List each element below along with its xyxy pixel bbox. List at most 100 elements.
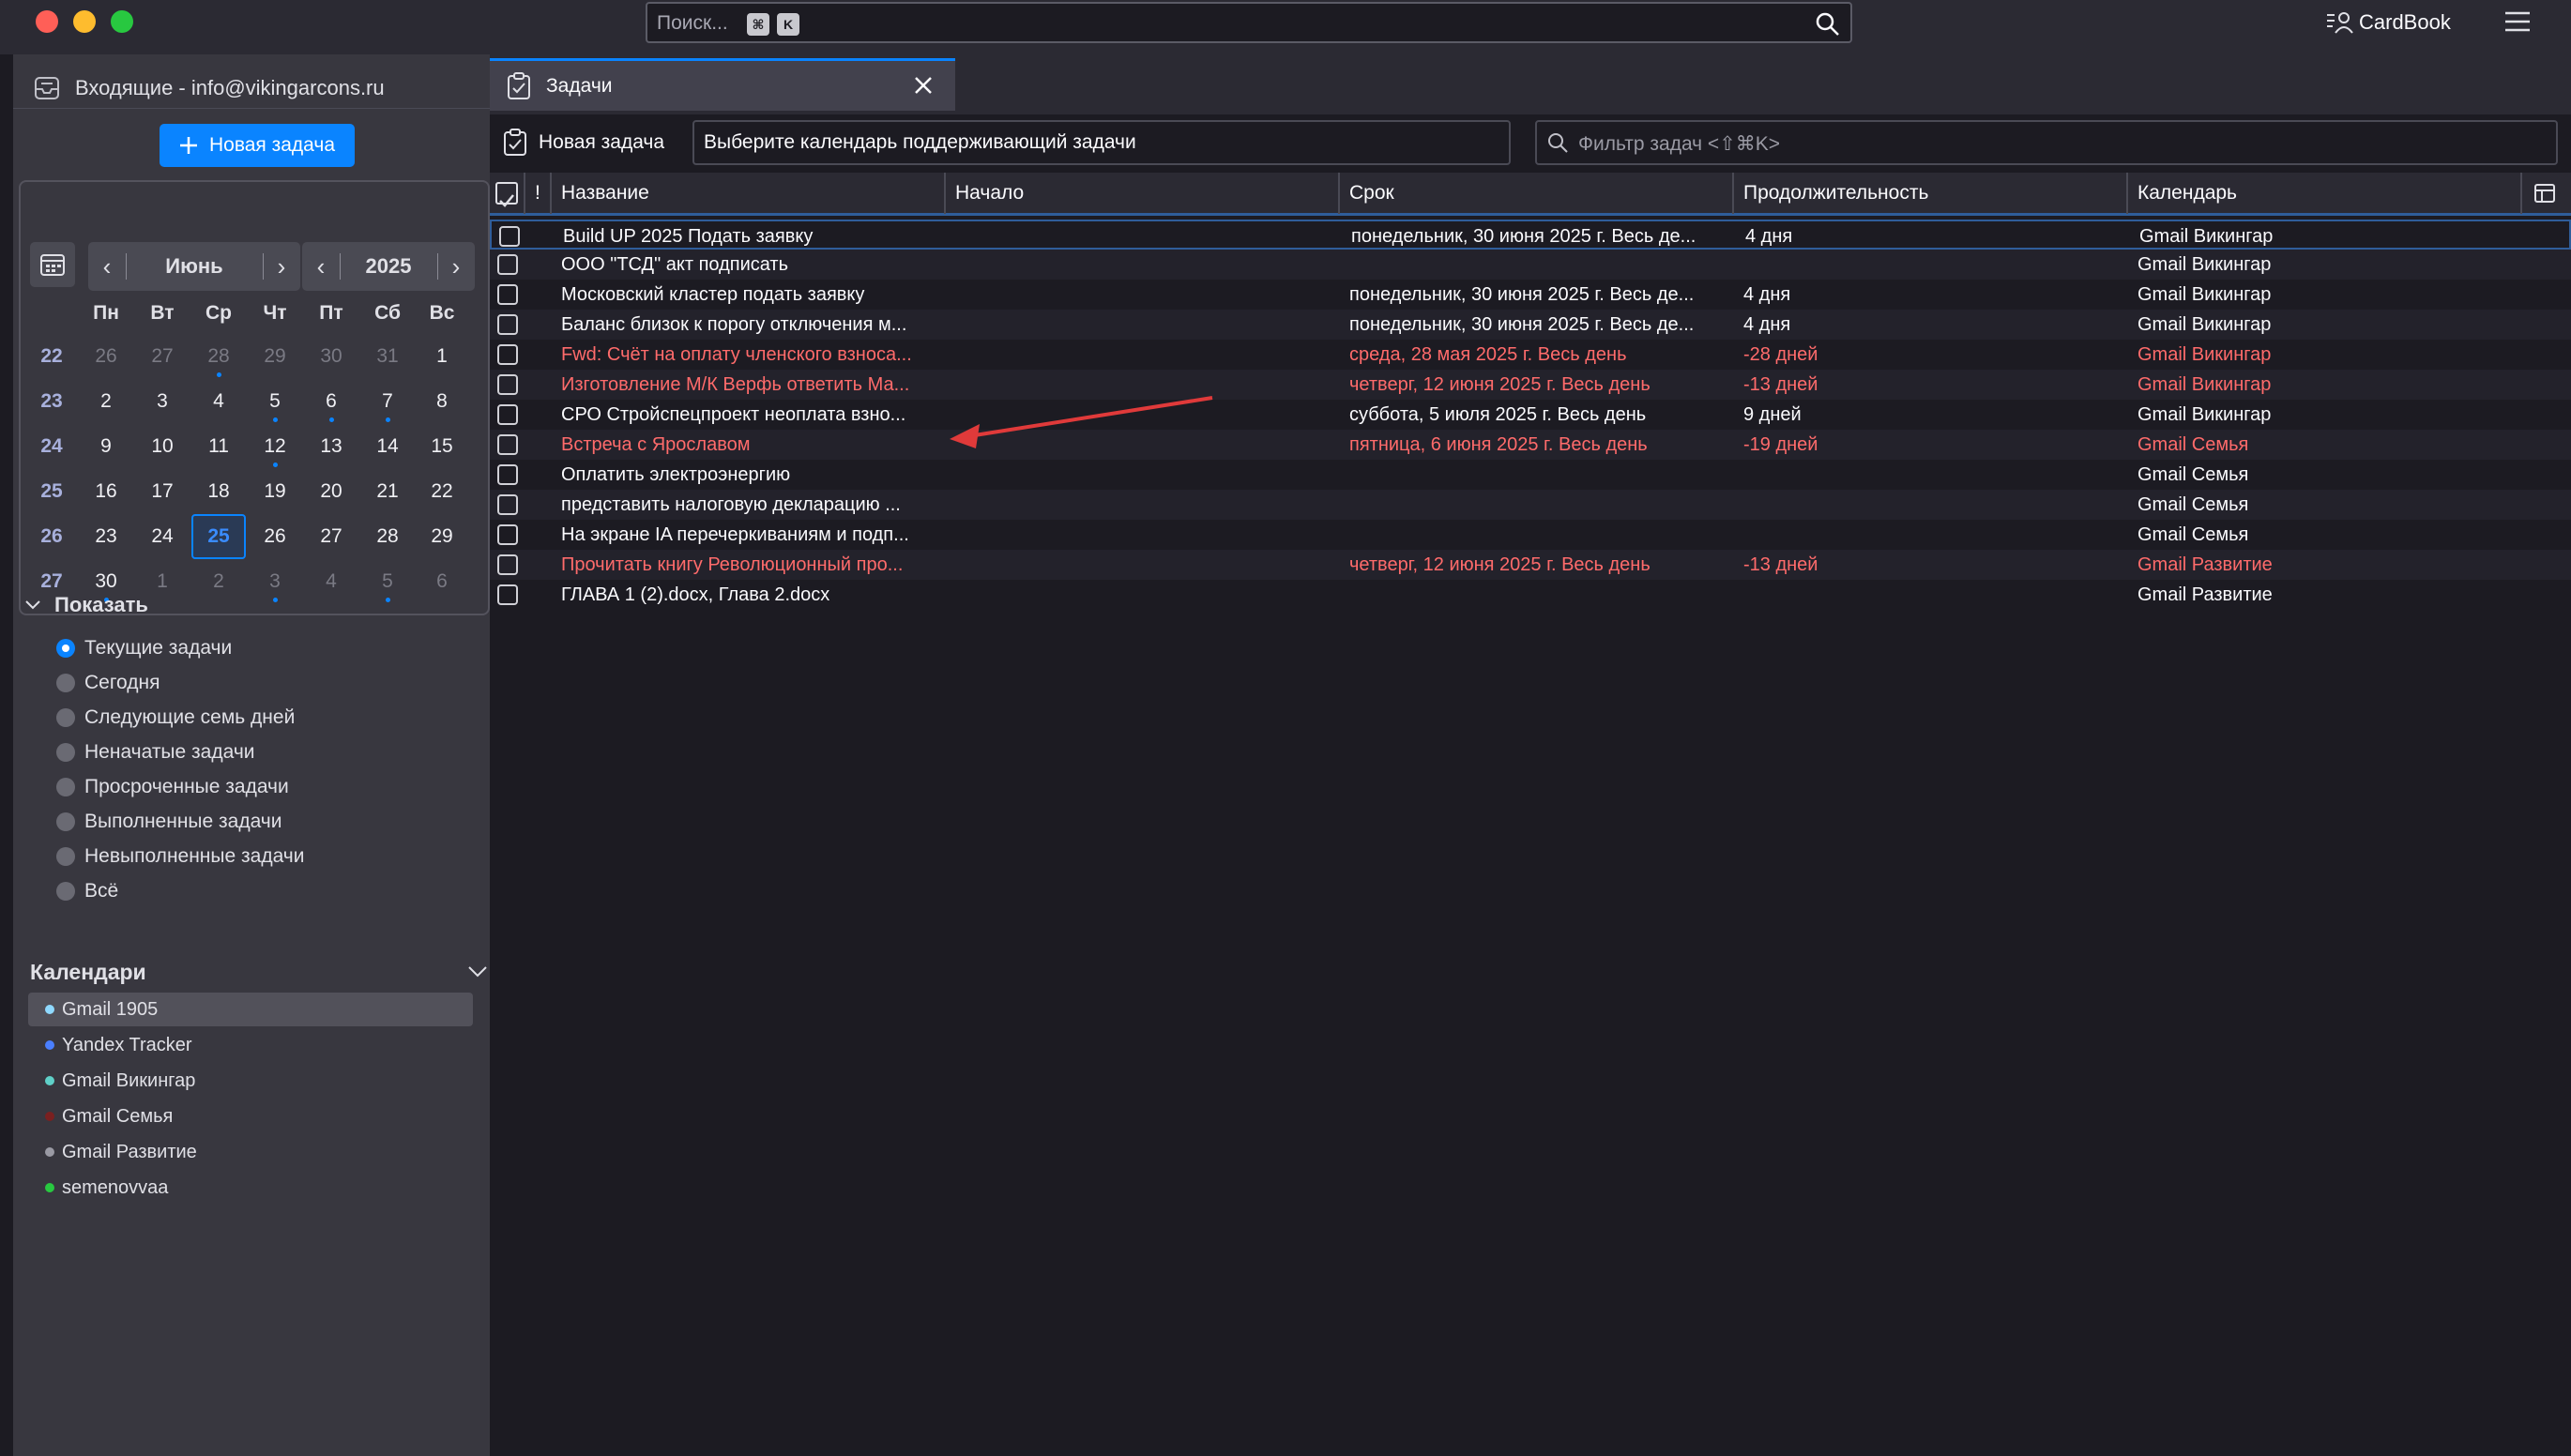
- minimize-window-button[interactable]: [73, 10, 96, 33]
- column-priority[interactable]: !: [525, 173, 552, 214]
- task-complete-checkbox[interactable]: [497, 464, 518, 485]
- calendar-day[interactable]: 20: [304, 469, 358, 514]
- calendar-day[interactable]: 28: [360, 514, 415, 559]
- task-complete-checkbox[interactable]: [499, 226, 520, 247]
- zoom-window-button[interactable]: [111, 10, 133, 33]
- calendar-day[interactable]: 2: [79, 379, 133, 424]
- select-all-checkbox[interactable]: [495, 182, 518, 207]
- calendar-day[interactable]: 1: [415, 334, 469, 379]
- calendar-day[interactable]: 16: [79, 469, 133, 514]
- show-option[interactable]: Выполненные задачи: [56, 806, 281, 838]
- calendar-day[interactable]: 22: [415, 469, 469, 514]
- column-calendar[interactable]: Календарь: [2128, 173, 2522, 214]
- calendar-day[interactable]: 7: [360, 379, 415, 424]
- column-picker[interactable]: [2522, 173, 2571, 214]
- calendar-item[interactable]: Gmail Развитие: [28, 1135, 473, 1169]
- calendar-item[interactable]: Gmail Викингар: [28, 1064, 473, 1098]
- calendar-day[interactable]: 26: [248, 514, 302, 559]
- task-row[interactable]: Встреча с Ярославом пятница, 6 июня 2025 …: [490, 430, 2571, 460]
- calendar-day[interactable]: 28: [191, 334, 246, 379]
- prev-month-chevron-icon[interactable]: ‹: [90, 242, 124, 291]
- task-row[interactable]: ООО "ТСД" акт подписать Gmail Викингар: [490, 250, 2571, 280]
- inbox-tab[interactable]: Входящие - info@vikingarcons.ru: [13, 68, 490, 109]
- task-complete-checkbox[interactable]: [497, 584, 518, 605]
- next-year-chevron-icon[interactable]: ›: [439, 242, 473, 291]
- calendar-day[interactable]: 21: [360, 469, 415, 514]
- close-window-button[interactable]: [36, 10, 58, 33]
- task-row[interactable]: представить налоговую декларацию ... Gmai…: [490, 490, 2571, 520]
- calendar-day[interactable]: 14: [360, 424, 415, 469]
- radio-button[interactable]: [56, 778, 75, 796]
- radio-button[interactable]: [56, 708, 75, 727]
- calendar-day[interactable]: 13: [304, 424, 358, 469]
- close-icon[interactable]: [910, 72, 936, 99]
- task-complete-checkbox[interactable]: [497, 494, 518, 515]
- task-row[interactable]: На экране IA перечеркиваниям и подп... Gm…: [490, 520, 2571, 550]
- task-complete-checkbox[interactable]: [497, 314, 518, 335]
- calendar-day[interactable]: 31: [360, 334, 415, 379]
- calendar-day[interactable]: 30: [304, 334, 358, 379]
- column-name[interactable]: Название: [552, 173, 946, 214]
- calendar-day[interactable]: 3: [135, 379, 190, 424]
- task-row[interactable]: Build UP 2025 Подать заявку понедельник, …: [490, 220, 2571, 250]
- task-complete-checkbox[interactable]: [497, 254, 518, 275]
- calendar-item[interactable]: Gmail 1905: [28, 993, 473, 1026]
- radio-button[interactable]: [56, 743, 75, 762]
- next-month-chevron-icon[interactable]: ›: [265, 242, 298, 291]
- task-row[interactable]: Прочитать книгу Революционный про... четв…: [490, 550, 2571, 580]
- calendar-select[interactable]: Выберите календарь поддерживающий задачи: [692, 120, 1511, 165]
- global-search-input[interactable]: Поиск... ⌘ K: [646, 2, 1852, 43]
- calendar-day[interactable]: 23: [79, 514, 133, 559]
- radio-button[interactable]: [56, 639, 75, 658]
- calendar-item[interactable]: Yandex Tracker: [28, 1028, 473, 1062]
- calendar-day[interactable]: 26: [79, 334, 133, 379]
- show-option[interactable]: Текущие задачи: [56, 632, 232, 664]
- today-button[interactable]: [30, 242, 75, 287]
- column-due[interactable]: Срок: [1340, 173, 1734, 214]
- calendar-day[interactable]: 24: [135, 514, 190, 559]
- cardbook-button[interactable]: CardBook: [2325, 8, 2451, 38]
- show-option[interactable]: Следующие семь дней: [56, 702, 295, 734]
- calendar-item[interactable]: semenovvaa: [28, 1171, 473, 1205]
- task-complete-checkbox[interactable]: [497, 374, 518, 395]
- calendar-day[interactable]: 9: [79, 424, 133, 469]
- task-complete-checkbox[interactable]: [497, 554, 518, 575]
- task-complete-checkbox[interactable]: [497, 284, 518, 305]
- task-complete-checkbox[interactable]: [497, 524, 518, 545]
- show-option[interactable]: Невыполненные задачи: [56, 841, 304, 872]
- task-complete-checkbox[interactable]: [497, 344, 518, 365]
- task-row[interactable]: Оплатить электроэнергию Gmail Семья: [490, 460, 2571, 490]
- calendar-day[interactable]: 29: [415, 514, 469, 559]
- calendar-day-today[interactable]: 25: [191, 514, 246, 559]
- show-section-header[interactable]: Показать: [24, 593, 475, 617]
- column-start[interactable]: Начало: [946, 173, 1340, 214]
- calendar-day[interactable]: 18: [191, 469, 246, 514]
- app-menu-icon[interactable]: [2503, 9, 2532, 34]
- calendar-day[interactable]: 5: [248, 379, 302, 424]
- radio-button[interactable]: [56, 674, 75, 692]
- task-row[interactable]: ГЛАВА 1 (2).docx, Глава 2.docx Gmail Разв…: [490, 580, 2571, 610]
- calendars-header[interactable]: Календари: [30, 953, 488, 991]
- calendar-day[interactable]: 29: [248, 334, 302, 379]
- search-icon[interactable]: [1815, 11, 1841, 38]
- task-row[interactable]: Московский кластер подать заявку понедель…: [490, 280, 2571, 310]
- radio-button[interactable]: [56, 882, 75, 901]
- show-option[interactable]: Просроченные задачи: [56, 771, 289, 803]
- task-row[interactable]: Fwd: Счёт на оплату членского взноса... с…: [490, 340, 2571, 370]
- calendar-day[interactable]: 15: [415, 424, 469, 469]
- task-row[interactable]: Изготовление М/К Верфь ответить Ма... чет…: [490, 370, 2571, 400]
- task-complete-checkbox[interactable]: [497, 404, 518, 425]
- new-task-button[interactable]: Новая задача: [160, 124, 355, 167]
- task-complete-checkbox[interactable]: [497, 434, 518, 455]
- calendar-day[interactable]: 17: [135, 469, 190, 514]
- calendar-day[interactable]: 4: [191, 379, 246, 424]
- calendar-day[interactable]: 11: [191, 424, 246, 469]
- calendar-day[interactable]: 12: [248, 424, 302, 469]
- calendar-day[interactable]: 27: [135, 334, 190, 379]
- calendar-day[interactable]: 19: [248, 469, 302, 514]
- tab-tasks[interactable]: Задачи: [490, 58, 955, 111]
- task-filter-input[interactable]: Фильтр задач <⇧⌘K>: [1535, 120, 2558, 165]
- calendar-item[interactable]: Gmail Семья: [28, 1100, 473, 1133]
- show-option[interactable]: Неначатые задачи: [56, 736, 255, 768]
- task-row[interactable]: СРО Стройспецпроект неоплата взно... субб…: [490, 400, 2571, 430]
